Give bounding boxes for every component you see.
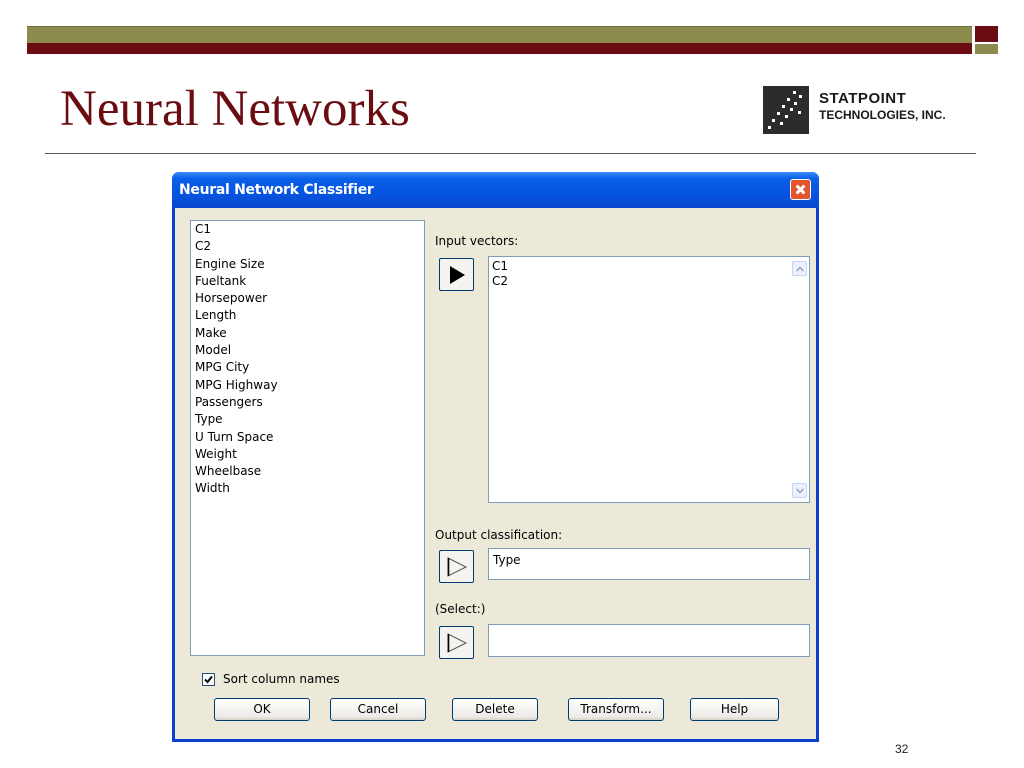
list-item[interactable]: Passengers [191, 394, 424, 411]
list-item[interactable]: C1 [191, 221, 424, 238]
select-field[interactable] [488, 624, 810, 657]
header-band-maroon [27, 43, 972, 54]
help-button[interactable]: Help [690, 698, 779, 721]
output-classification-value: Type [493, 553, 521, 567]
close-icon[interactable] [790, 179, 811, 200]
select-label: (Select:) [435, 602, 486, 616]
list-item[interactable]: C1 [492, 259, 508, 273]
logo-name-line2: TECHNOLOGIES, INC. [819, 108, 946, 122]
arrow-right-icon [447, 633, 468, 653]
list-item[interactable]: U Turn Space [191, 429, 424, 446]
add-input-vector-button[interactable] [439, 258, 474, 291]
logo-mark-icon [763, 86, 809, 134]
arrow-right-icon [447, 557, 468, 577]
list-item[interactable]: Width [191, 480, 424, 497]
dialog-title: Neural Network Classifier [179, 182, 374, 198]
dialog-client-area: C1 C2 Engine Size Fueltank Horsepower Length M… [175, 208, 816, 739]
input-vectors-label: Input vectors: [435, 234, 519, 248]
list-item[interactable]: Weight [191, 446, 424, 463]
header-band-olive [27, 26, 972, 44]
page-number: 32 [895, 742, 909, 756]
checkmark-icon [204, 675, 213, 684]
header-band [27, 26, 972, 54]
input-vectors-list[interactable]: C1 C2 [488, 256, 810, 503]
scroll-down-icon[interactable] [792, 483, 807, 498]
title-rule [45, 153, 976, 154]
arrow-right-icon [450, 266, 465, 284]
delete-button[interactable]: Delete [452, 698, 538, 721]
list-item[interactable]: C2 [191, 238, 424, 255]
corner-block-bottom [975, 44, 998, 54]
list-item[interactable]: Wheelbase [191, 463, 424, 480]
list-item[interactable]: Engine Size [191, 256, 424, 273]
sort-column-names-checkbox[interactable] [202, 673, 215, 686]
scroll-up-icon[interactable] [792, 261, 807, 276]
set-output-classification-button[interactable] [439, 550, 474, 583]
list-item[interactable]: Fueltank [191, 273, 424, 290]
list-item[interactable]: Model [191, 342, 424, 359]
list-item[interactable]: MPG City [191, 359, 424, 376]
transform-button[interactable]: Transform... [568, 698, 664, 721]
sort-column-names-label: Sort column names [223, 672, 340, 686]
list-item[interactable]: C2 [492, 274, 508, 288]
dialog-titlebar[interactable]: Neural Network Classifier [172, 172, 819, 208]
list-item[interactable]: MPG Highway [191, 377, 424, 394]
list-item[interactable]: Length [191, 307, 424, 324]
list-item[interactable]: Horsepower [191, 290, 424, 307]
neural-network-classifier-dialog: Neural Network Classifier C1 C2 Engine Siz… [172, 172, 819, 742]
list-item[interactable]: Make [191, 325, 424, 342]
list-item[interactable]: Type [191, 411, 424, 428]
output-classification-field[interactable]: Type [488, 548, 810, 580]
ok-button[interactable]: OK [214, 698, 310, 721]
corner-block-top [975, 26, 998, 42]
logo-name-line1: STATPOINT [819, 90, 907, 107]
output-classification-label: Output classification: [435, 528, 563, 542]
slide-title: Neural Networks [60, 81, 410, 137]
cancel-button[interactable]: Cancel [330, 698, 426, 721]
set-select-button[interactable] [439, 626, 474, 659]
column-names-list[interactable]: C1 C2 Engine Size Fueltank Horsepower Length M… [190, 220, 425, 656]
